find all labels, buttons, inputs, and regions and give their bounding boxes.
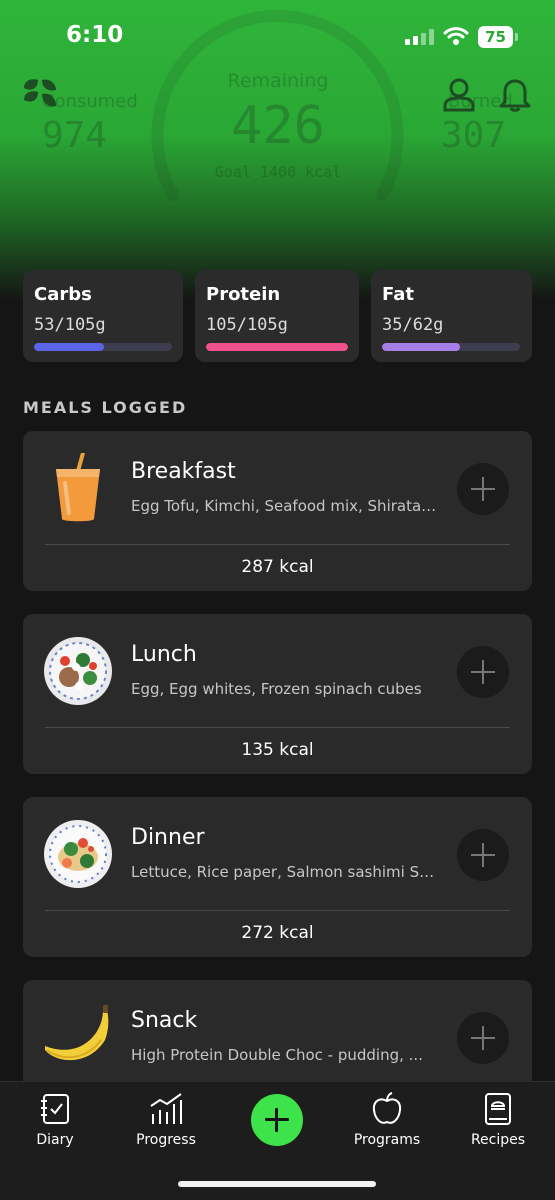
tab-diary[interactable]: Diary xyxy=(5,1092,105,1156)
tab-label: Diary xyxy=(36,1132,74,1148)
banana-icon xyxy=(45,1005,109,1061)
diary-icon xyxy=(41,1094,69,1124)
consumed-value: 974 xyxy=(42,115,108,156)
meals-section-title: MEALS LOGGED xyxy=(23,398,188,417)
tab-label: Recipes xyxy=(470,1132,526,1148)
salad-plate-icon xyxy=(44,820,112,888)
iced-drink-icon xyxy=(56,453,100,522)
macro-progress-track xyxy=(34,343,172,351)
meal-kcal: 287 kcal xyxy=(241,557,314,577)
add-food-button[interactable] xyxy=(457,829,509,881)
macro-card-fat[interactable]: Fat 35/62g xyxy=(371,270,532,362)
divider xyxy=(45,727,510,728)
add-food-button[interactable] xyxy=(457,1012,509,1064)
macro-value: 53/105g xyxy=(34,315,106,335)
remaining-label: Remaining xyxy=(227,70,329,92)
status-time: 6:10 xyxy=(66,22,124,48)
notifications-bell-icon[interactable] xyxy=(498,76,532,112)
macro-label: Carbs xyxy=(34,284,92,305)
profile-icon[interactable] xyxy=(442,76,476,112)
remaining-value: 426 xyxy=(231,96,325,156)
meal-card-breakfast[interactable]: Breakfast Egg Tofu, Kimchi, Seafood mix,… xyxy=(23,431,532,591)
meal-name: Breakfast xyxy=(131,459,236,484)
add-food-button[interactable] xyxy=(457,463,509,515)
tab-label: Programs xyxy=(353,1132,421,1148)
macro-progress-track xyxy=(382,343,520,351)
meal-items: High Protein Double Choc - pudding, ... xyxy=(131,1046,423,1064)
divider xyxy=(45,544,510,545)
macro-value: 35/62g xyxy=(382,315,444,335)
recipe-book-icon xyxy=(485,1093,511,1125)
macro-label: Protein xyxy=(206,284,281,305)
wifi-icon xyxy=(443,27,469,45)
meal-items: Lettuce, Rice paper, Salmon sashimi Sala… xyxy=(131,863,441,881)
battery-icon: 75 xyxy=(478,26,518,48)
apple-icon xyxy=(372,1092,402,1124)
divider xyxy=(45,910,510,911)
meal-items: Egg Tofu, Kimchi, Seafood mix, Shirataki… xyxy=(131,497,441,515)
meal-kcal: 272 kcal xyxy=(241,923,314,943)
meal-name: Dinner xyxy=(131,825,205,850)
macro-progress-fill xyxy=(206,343,348,351)
add-food-button[interactable] xyxy=(457,646,509,698)
meal-name: Snack xyxy=(131,1008,198,1033)
app-logo-leaf-icon xyxy=(24,79,56,107)
macro-label: Fat xyxy=(382,284,414,305)
tab-programs[interactable]: Programs xyxy=(337,1092,437,1156)
goal-text: Goal 1400 kcal xyxy=(214,163,342,181)
burned-value: 307 xyxy=(441,115,507,156)
meal-items: Egg, Egg whites, Frozen spinach cubes xyxy=(131,680,422,698)
meal-name: Lunch xyxy=(131,642,197,667)
tab-progress[interactable]: Progress xyxy=(116,1092,216,1156)
salad-bowl-icon xyxy=(44,637,112,705)
macro-card-protein[interactable]: Protein 105/105g xyxy=(195,270,359,362)
add-plus-icon[interactable] xyxy=(251,1094,303,1146)
meal-card-dinner[interactable]: Dinner Lettuce, Rice paper, Salmon sashi… xyxy=(23,797,532,957)
tab-recipes[interactable]: Recipes xyxy=(448,1092,548,1156)
macro-value: 105/105g xyxy=(206,315,288,335)
meal-card-lunch[interactable]: Lunch Egg, Egg whites, Frozen spinach cu… xyxy=(23,614,532,774)
battery-level: 75 xyxy=(478,26,513,48)
macro-card-carbs[interactable]: Carbs 53/105g xyxy=(23,270,183,362)
tab-label: Progress xyxy=(136,1132,196,1148)
macro-progress-fill xyxy=(382,343,460,351)
macro-progress-track xyxy=(206,343,348,351)
progress-chart-icon xyxy=(150,1093,182,1124)
meal-kcal: 135 kcal xyxy=(241,740,314,760)
home-indicator[interactable] xyxy=(178,1181,376,1187)
macro-progress-fill xyxy=(34,343,104,351)
